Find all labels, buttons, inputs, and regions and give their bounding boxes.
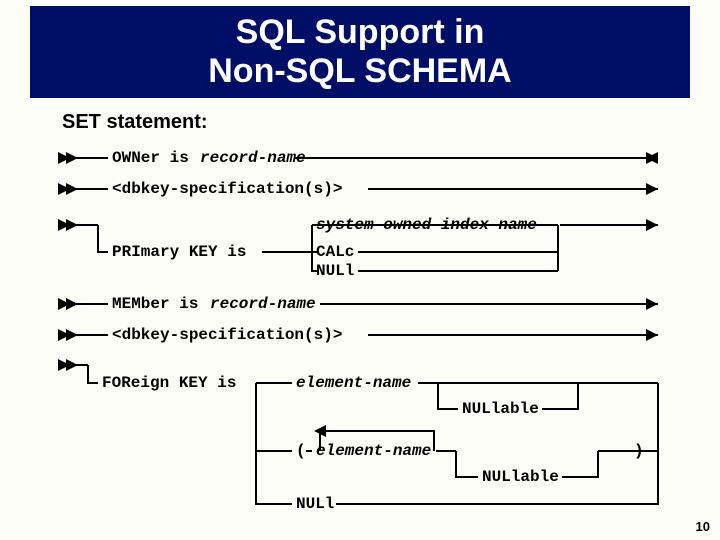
member-record-name: record-name (210, 296, 316, 312)
element-name-1: element-name (296, 375, 411, 391)
foreign-key-keyword: FOReign KEY is (102, 375, 236, 391)
owner-record-name: record-name (200, 150, 306, 166)
owner-keyword: OWNer is (112, 150, 198, 166)
primary-key-keyword: PRImary KEY is (112, 244, 246, 260)
syntax-diagram: OWNer is record-name <dbkey-specificatio… (58, 140, 672, 510)
paren-close: ) (634, 443, 644, 459)
null-keyword-1: NULl (316, 263, 354, 279)
system-owned-index-name: system-owned-index-name (316, 217, 537, 233)
title-line-2: Non-SQL SCHEMA (208, 52, 511, 90)
dbkey-spec-1: <dbkey-specification(s)> (112, 181, 342, 197)
calc-keyword: CALc (316, 244, 354, 260)
title-line-1: SQL Support in (236, 13, 485, 51)
nullable-2: NULlable (482, 469, 559, 485)
nullable-1: NULlable (462, 401, 539, 417)
paren-open: ( (296, 443, 306, 459)
null-keyword-2: NULl (296, 496, 334, 512)
element-name-2: element-name (316, 443, 431, 459)
dbkey-spec-2: <dbkey-specification(s)> (112, 327, 342, 343)
page-number: 10 (696, 519, 710, 534)
subtitle: SET statement: (62, 111, 208, 134)
member-keyword: MEMber is (112, 296, 208, 312)
slide-title: SQL Support in Non-SQL SCHEMA (30, 6, 690, 98)
